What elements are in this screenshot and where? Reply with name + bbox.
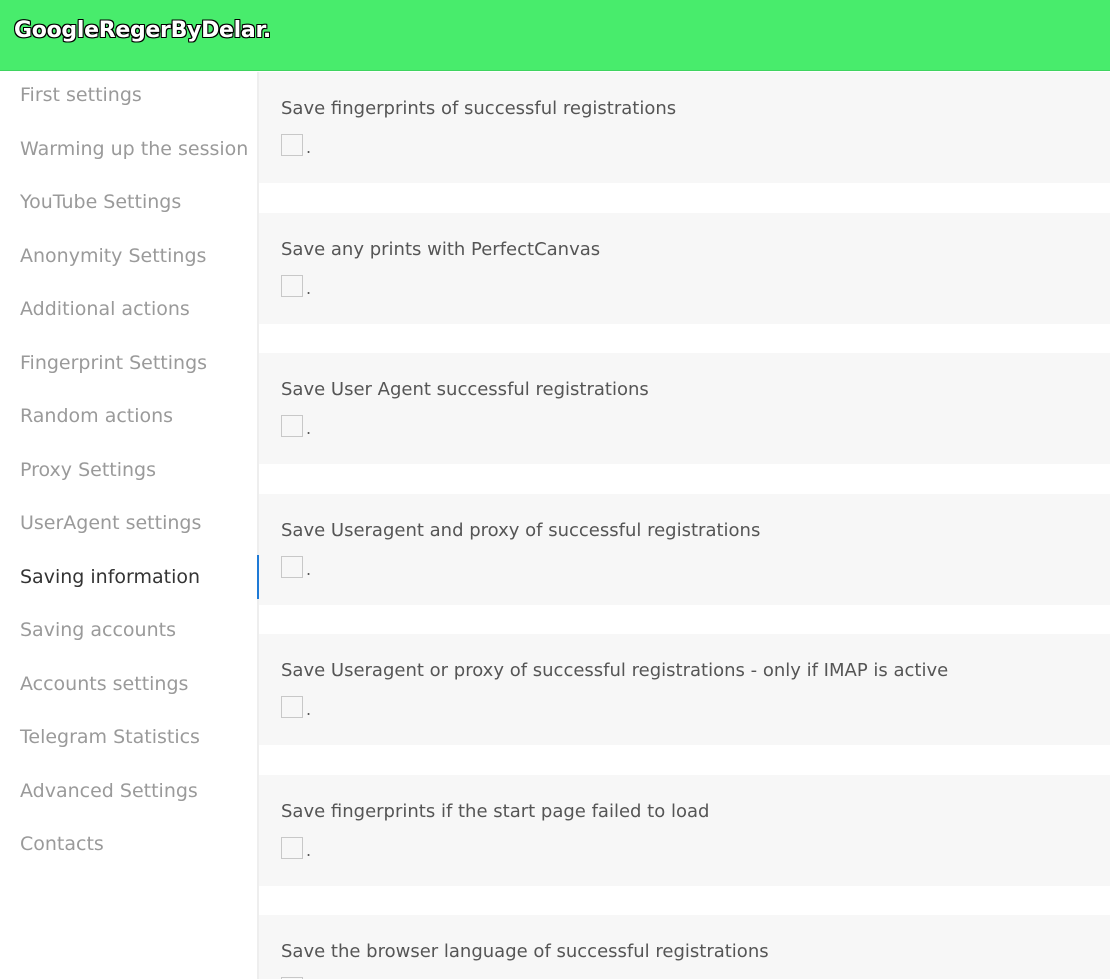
sidebar-item-anonymity-settings[interactable]: Anonymity Settings	[20, 245, 206, 267]
option-checkbox[interactable]	[281, 415, 303, 437]
sidebar-item-contacts[interactable]: Contacts	[20, 833, 104, 855]
option-checkbox[interactable]	[281, 696, 303, 718]
option-card: Save User Agent successful registrations…	[259, 353, 1110, 464]
option-suffix: .	[306, 841, 312, 860]
sidebar-item-youtube-settings[interactable]: YouTube Settings	[20, 191, 181, 213]
option-suffix: .	[306, 560, 312, 579]
sidebar-item-random-actions[interactable]: Random actions	[20, 405, 173, 427]
option-checkbox[interactable]	[281, 275, 303, 297]
sidebar-item-fingerprint-settings[interactable]: Fingerprint Settings	[20, 352, 207, 374]
settings-panel: Save fingerprints of successful registra…	[259, 72, 1110, 979]
option-checkbox[interactable]	[281, 134, 303, 156]
option-label: Save fingerprints of successful registra…	[281, 98, 677, 119]
option-card: Save Useragent and proxy of successful r…	[259, 494, 1110, 605]
sidebar-item-accounts-settings[interactable]: Accounts settings	[20, 673, 188, 695]
app-title: GoogleRegerByDelar.	[14, 18, 271, 43]
sidebar-item-saving-information[interactable]: Saving information	[20, 566, 200, 588]
sidebar: First settings Warming up the session Yo…	[0, 72, 258, 979]
sidebar-item-proxy-settings[interactable]: Proxy Settings	[20, 459, 156, 481]
sidebar-item-useragent-settings[interactable]: UserAgent settings	[20, 512, 201, 534]
sidebar-item-warming-up-session[interactable]: Warming up the session	[20, 138, 248, 160]
sidebar-item-saving-accounts[interactable]: Saving accounts	[20, 619, 176, 641]
option-suffix: .	[306, 419, 312, 438]
option-label: Save Useragent and proxy of successful r…	[281, 520, 761, 541]
option-checkbox[interactable]	[281, 556, 303, 578]
app-header: GoogleRegerByDelar.	[0, 0, 1110, 71]
sidebar-item-first-settings[interactable]: First settings	[20, 84, 142, 106]
sidebar-item-additional-actions[interactable]: Additional actions	[20, 298, 190, 320]
option-suffix: .	[306, 138, 312, 157]
option-suffix: .	[306, 279, 312, 298]
option-label: Save the browser language of successful …	[281, 941, 769, 962]
option-suffix: .	[306, 700, 312, 719]
option-card: Save the browser language of successful …	[259, 915, 1110, 979]
sidebar-item-telegram-statistics[interactable]: Telegram Statistics	[20, 726, 200, 748]
option-card: Save fingerprints of successful registra…	[259, 72, 1110, 183]
option-label: Save fingerprints if the start page fail…	[281, 801, 710, 822]
sidebar-item-advanced-settings[interactable]: Advanced Settings	[20, 780, 198, 802]
option-card: Save fingerprints if the start page fail…	[259, 775, 1110, 886]
option-card: Save any prints with PerfectCanvas .	[259, 213, 1110, 324]
option-label: Save Useragent or proxy of successful re…	[281, 660, 949, 681]
option-label: Save any prints with PerfectCanvas	[281, 239, 601, 260]
option-card: Save Useragent or proxy of successful re…	[259, 634, 1110, 745]
option-label: Save User Agent successful registrations	[281, 379, 649, 400]
option-checkbox[interactable]	[281, 837, 303, 859]
